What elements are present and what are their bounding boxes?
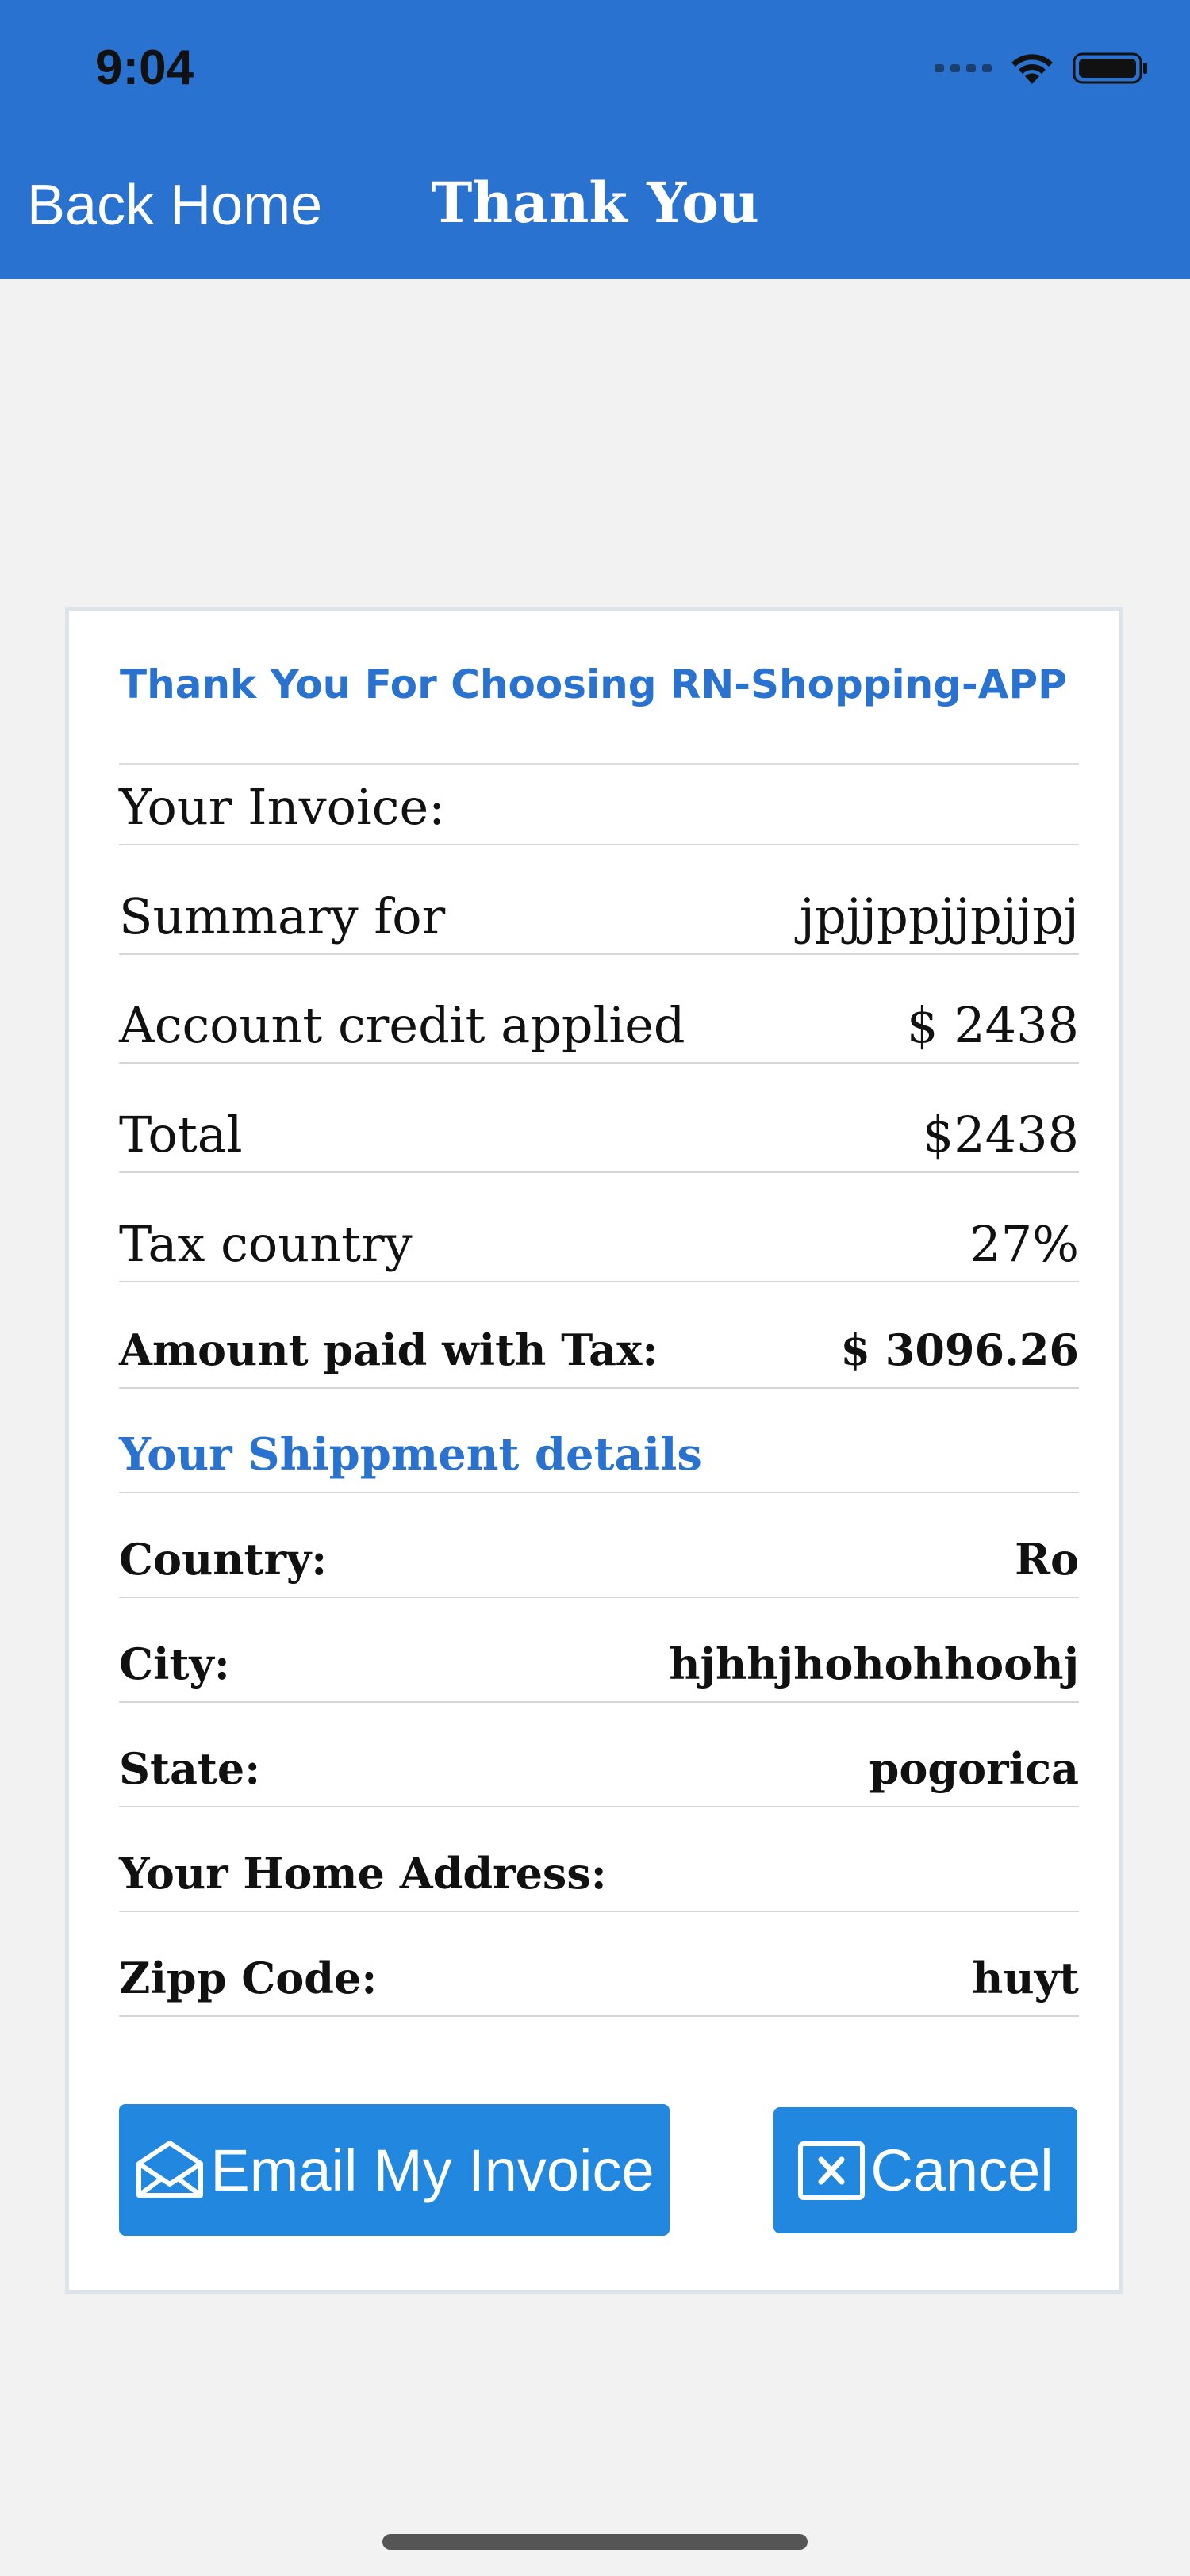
- account-credit-value: $ 2438: [907, 995, 1079, 1054]
- summary-row: Summary for jpjjppjjpjjpj: [119, 879, 1079, 955]
- invoice-card: Thank You For Choosing RN-Shopping-APP Y…: [65, 607, 1123, 2294]
- home-address-label: Your Home Address:: [119, 1848, 607, 1899]
- total-row: Total $2438: [119, 1097, 1079, 1173]
- shipment-details-row: Your Shippment details: [119, 1417, 1079, 1493]
- tax-country-label: Tax country: [119, 1214, 413, 1273]
- invoice-label: Your Invoice:: [119, 777, 446, 836]
- status-icons: [935, 51, 1149, 86]
- city-row: City: hjhhjhohohhoohj: [119, 1627, 1079, 1703]
- account-credit-row: Account credit applied $ 2438: [119, 987, 1079, 1064]
- wifi-icon: [1009, 51, 1055, 86]
- home-indicator[interactable]: [382, 2534, 808, 2550]
- email-invoice-label: Email My Invoice: [210, 2137, 654, 2203]
- country-value: Ro: [1015, 1534, 1079, 1585]
- email-invoice-button[interactable]: Email My Invoice: [119, 2104, 670, 2236]
- shipment-details-heading: Your Shippment details: [119, 1428, 702, 1481]
- envelope-open-icon: [134, 2140, 205, 2200]
- zip-code-value: huyt: [972, 1953, 1079, 2003]
- zip-code-row: Zipp Code: huyt: [119, 1941, 1079, 2017]
- close-box-icon: [797, 2141, 866, 2201]
- tax-country-value: 27%: [969, 1214, 1079, 1273]
- status-time: 9:04: [95, 40, 194, 95]
- account-credit-label: Account credit applied: [119, 995, 685, 1054]
- invoice-row: Your Invoice:: [119, 769, 1079, 845]
- summary-label: Summary for: [119, 887, 446, 945]
- summary-value: jpjjppjjpjjpj: [799, 887, 1079, 945]
- cancel-button[interactable]: Cancel: [774, 2107, 1077, 2233]
- state-value: pogorica: [869, 1743, 1079, 1794]
- city-label: City:: [119, 1639, 230, 1689]
- heading-divider: [119, 763, 1079, 765]
- tax-country-row: Tax country 27%: [119, 1206, 1079, 1282]
- total-value: $2438: [922, 1105, 1079, 1163]
- zip-code-label: Zipp Code:: [119, 1953, 378, 2003]
- page-title: Thank You: [431, 170, 759, 236]
- state-label: State:: [119, 1743, 261, 1794]
- country-row: Country: Ro: [119, 1522, 1079, 1598]
- app-header: 9:04 Back Home Thank You: [0, 0, 1190, 279]
- amount-paid-label: Amount paid with Tax:: [119, 1324, 658, 1375]
- state-row: State: pogorica: [119, 1731, 1079, 1807]
- amount-paid-row: Amount paid with Tax: $ 3096.26: [119, 1313, 1079, 1389]
- home-address-row: Your Home Address:: [119, 1836, 1079, 1912]
- total-label: Total: [119, 1105, 243, 1163]
- country-label: Country:: [119, 1534, 328, 1585]
- amount-paid-value: $ 3096.26: [840, 1324, 1079, 1375]
- cellular-signal-icon: [935, 64, 992, 72]
- thank-you-heading: Thank You For Choosing RN-Shopping-APP: [120, 661, 1067, 707]
- cancel-label: Cancel: [870, 2137, 1054, 2203]
- city-value: hjhhjhohohhoohj: [669, 1639, 1079, 1689]
- battery-icon: [1073, 51, 1149, 86]
